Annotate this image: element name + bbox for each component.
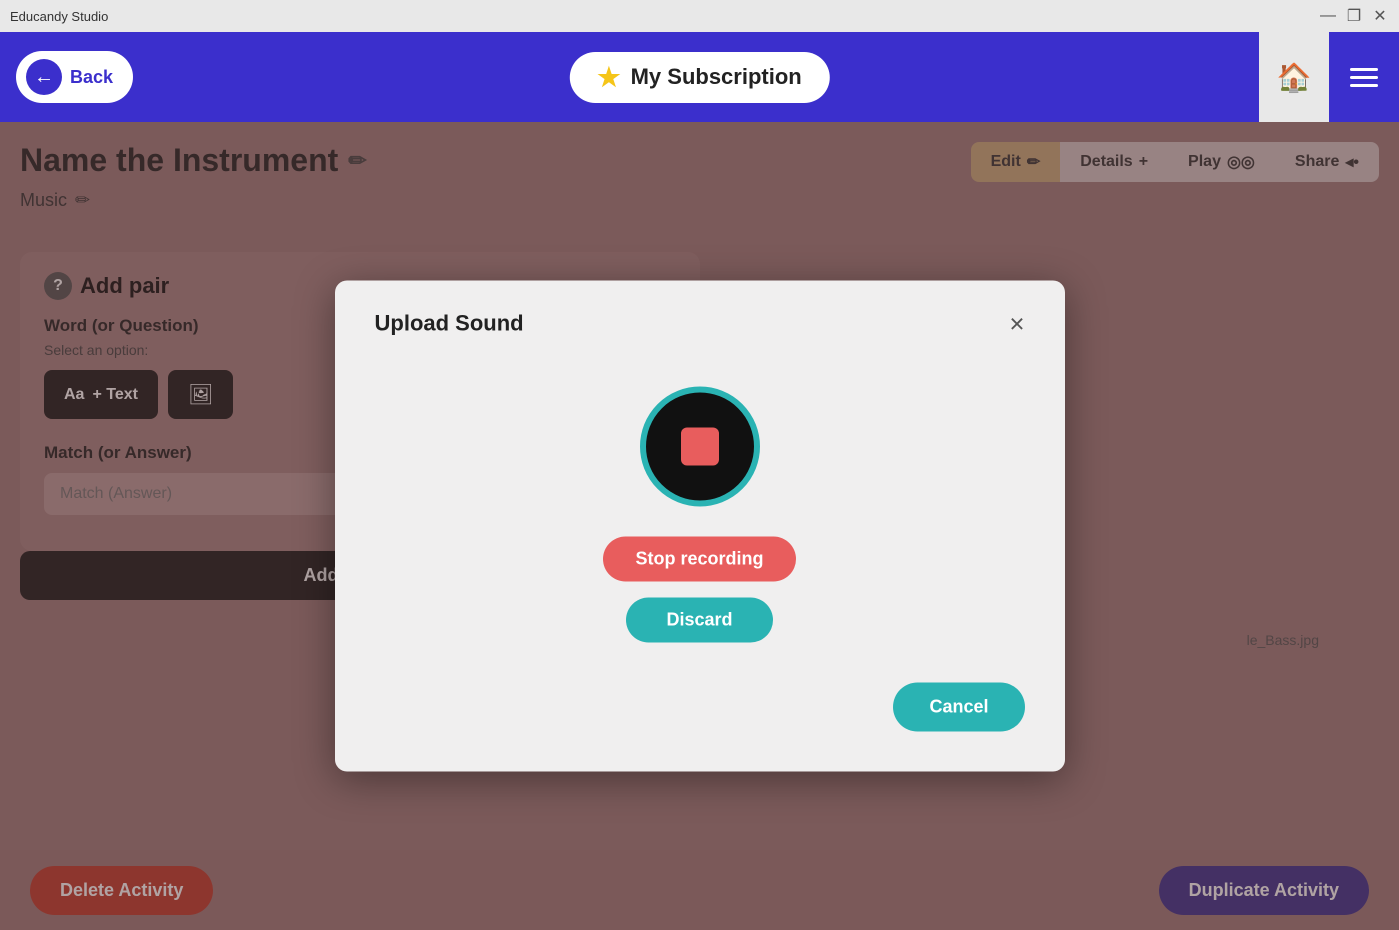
maximize-button[interactable]: ❐ [1345, 7, 1363, 25]
menu-line-3 [1350, 84, 1378, 87]
minimize-button[interactable]: — [1319, 7, 1337, 25]
cancel-label: Cancel [929, 697, 988, 717]
upload-sound-modal: Upload Sound × Stop recording Discard Ca… [335, 281, 1065, 772]
menu-line-2 [1350, 76, 1378, 79]
close-button[interactable]: ✕ [1371, 7, 1389, 25]
back-button[interactable]: ← Back [16, 51, 133, 103]
stop-square-icon [681, 428, 719, 466]
menu-button[interactable] [1329, 32, 1399, 122]
back-arrow-icon: ← [26, 59, 62, 95]
modal-title: Upload Sound [375, 311, 524, 337]
modal-header: Upload Sound × [375, 311, 1025, 337]
record-button[interactable] [640, 387, 760, 507]
header-right: 🏠 [1259, 32, 1399, 122]
discard-label: Discard [666, 610, 732, 630]
cancel-button[interactable]: Cancel [893, 683, 1024, 732]
star-icon: ★ [597, 62, 620, 93]
page-content: Name the Instrument ✏ Music ✏ Edit ✏ Det… [0, 122, 1399, 930]
subscription-button[interactable]: ★ My Subscription [569, 52, 829, 103]
stop-recording-button[interactable]: Stop recording [603, 537, 795, 582]
back-label: Back [70, 67, 113, 88]
modal-body: Stop recording Discard [375, 367, 1025, 653]
title-bar: Educandy Studio — ❐ ✕ [0, 0, 1399, 32]
close-icon: × [1009, 309, 1024, 339]
header: ← Back ★ My Subscription 🏠 [0, 32, 1399, 122]
home-button[interactable]: 🏠 [1259, 32, 1329, 122]
modal-footer: Cancel [375, 683, 1025, 732]
app-title: Educandy Studio [10, 9, 108, 24]
modal-close-button[interactable]: × [1009, 311, 1024, 337]
home-icon: 🏠 [1277, 61, 1312, 94]
stop-recording-label: Stop recording [635, 549, 763, 569]
subscription-label: My Subscription [631, 64, 802, 90]
window-controls: — ❐ ✕ [1319, 7, 1389, 25]
menu-line-1 [1350, 68, 1378, 71]
discard-button[interactable]: Discard [626, 598, 772, 643]
